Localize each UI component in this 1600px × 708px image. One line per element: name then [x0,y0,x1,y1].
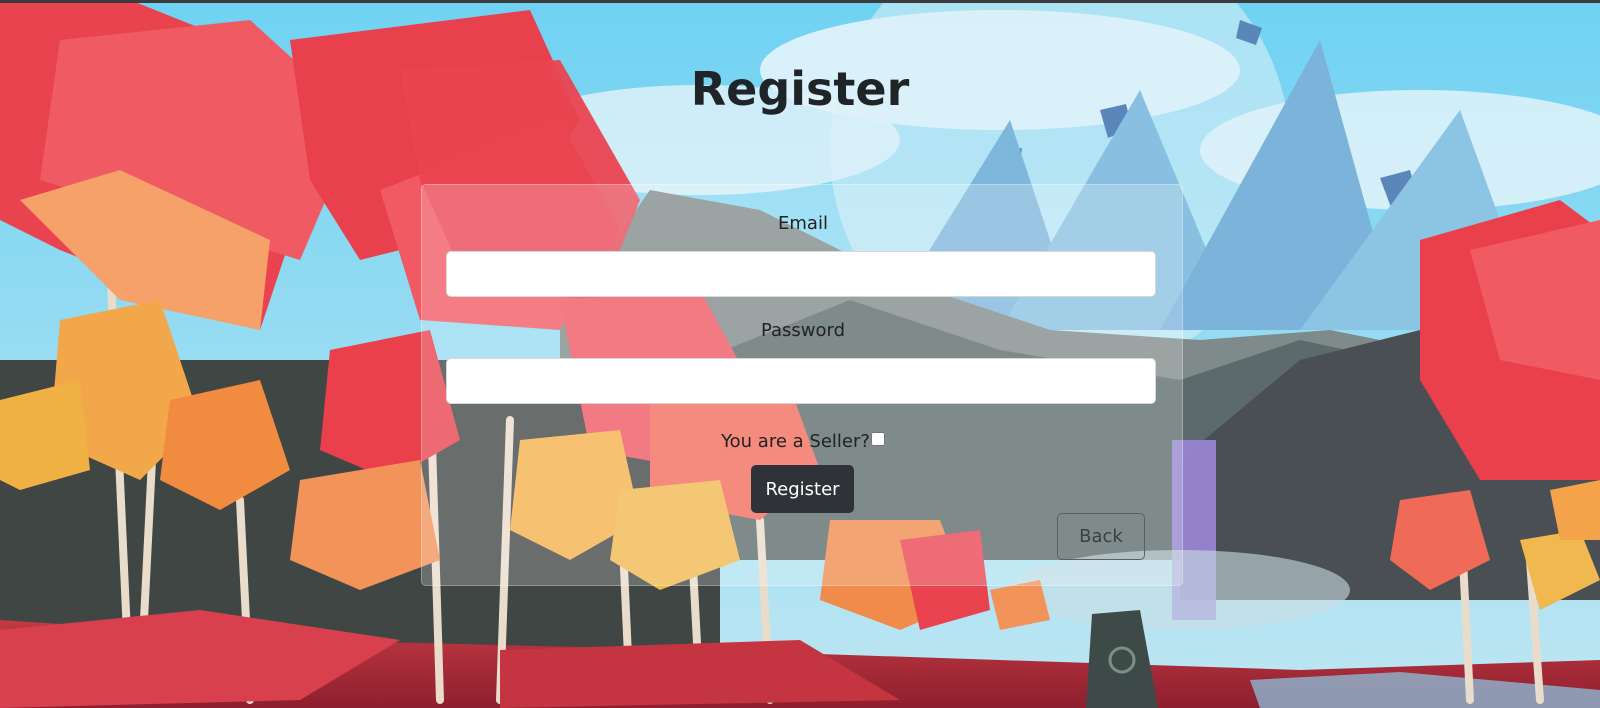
seller-option-row: You are a Seller? [422,431,1184,452]
back-button[interactable]: Back [1057,513,1145,560]
page-title: Register [690,62,910,116]
seller-checkbox[interactable] [870,432,885,446]
password-input[interactable] [446,358,1156,404]
email-label: Email [778,213,828,234]
register-button[interactable]: Register [751,465,854,513]
password-label: Password [760,320,846,341]
browser-top-edge [0,0,1600,3]
email-input[interactable] [446,251,1156,297]
register-form-card: Email Password You are a Seller? Registe… [421,184,1183,586]
seller-label: You are a Seller? [721,431,870,452]
